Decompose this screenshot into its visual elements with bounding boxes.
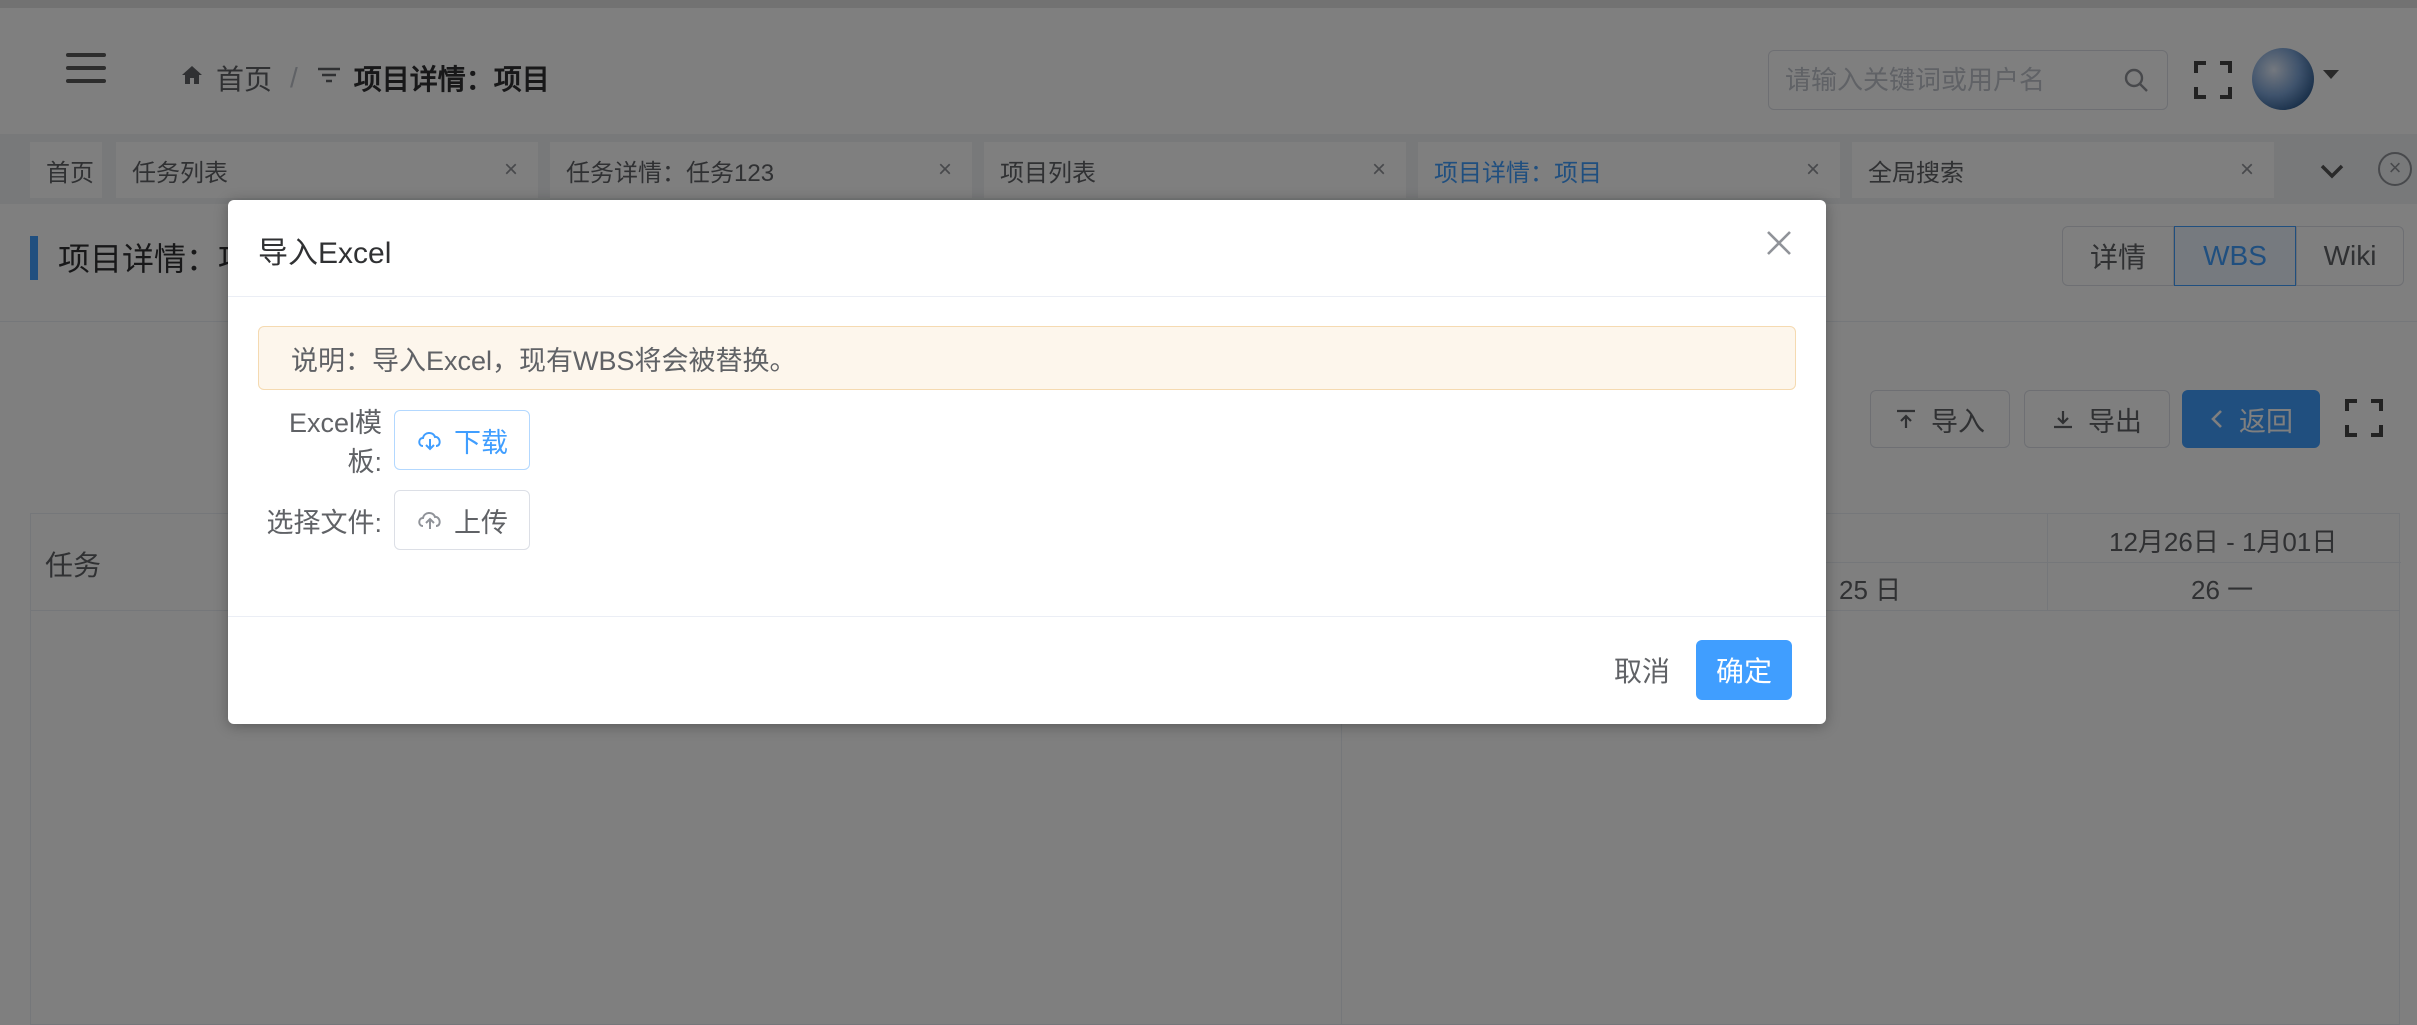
cloud-upload-icon — [418, 512, 441, 529]
divider — [228, 616, 1826, 617]
confirm-button[interactable]: 确定 — [1696, 640, 1792, 700]
download-label: 下载 — [454, 427, 508, 458]
template-row: Excel模板: 下载 — [258, 408, 530, 477]
cancel-button[interactable]: 取消 — [1592, 640, 1692, 700]
notice-alert: 说明：导入Excel，现有WBS将会被替换。 — [258, 326, 1796, 390]
upload-label: 上传 — [454, 507, 508, 538]
dialog-title: 导入Excel — [258, 237, 392, 270]
file-label: 选择文件: — [266, 507, 382, 538]
divider — [228, 296, 1826, 297]
template-label: Excel模板: — [288, 408, 382, 477]
download-template-button[interactable]: 下载 — [394, 410, 530, 470]
close-icon[interactable] — [1762, 226, 1796, 260]
notice-text: 说明：导入Excel，现有WBS将会被替换。 — [291, 345, 797, 376]
upload-button[interactable]: 上传 — [394, 490, 530, 550]
import-excel-dialog: 导入Excel 说明：导入Excel，现有WBS将会被替换。 Excel模板: … — [228, 200, 1826, 724]
file-row: 选择文件: 上传 — [258, 490, 530, 550]
cloud-download-icon — [418, 432, 441, 451]
